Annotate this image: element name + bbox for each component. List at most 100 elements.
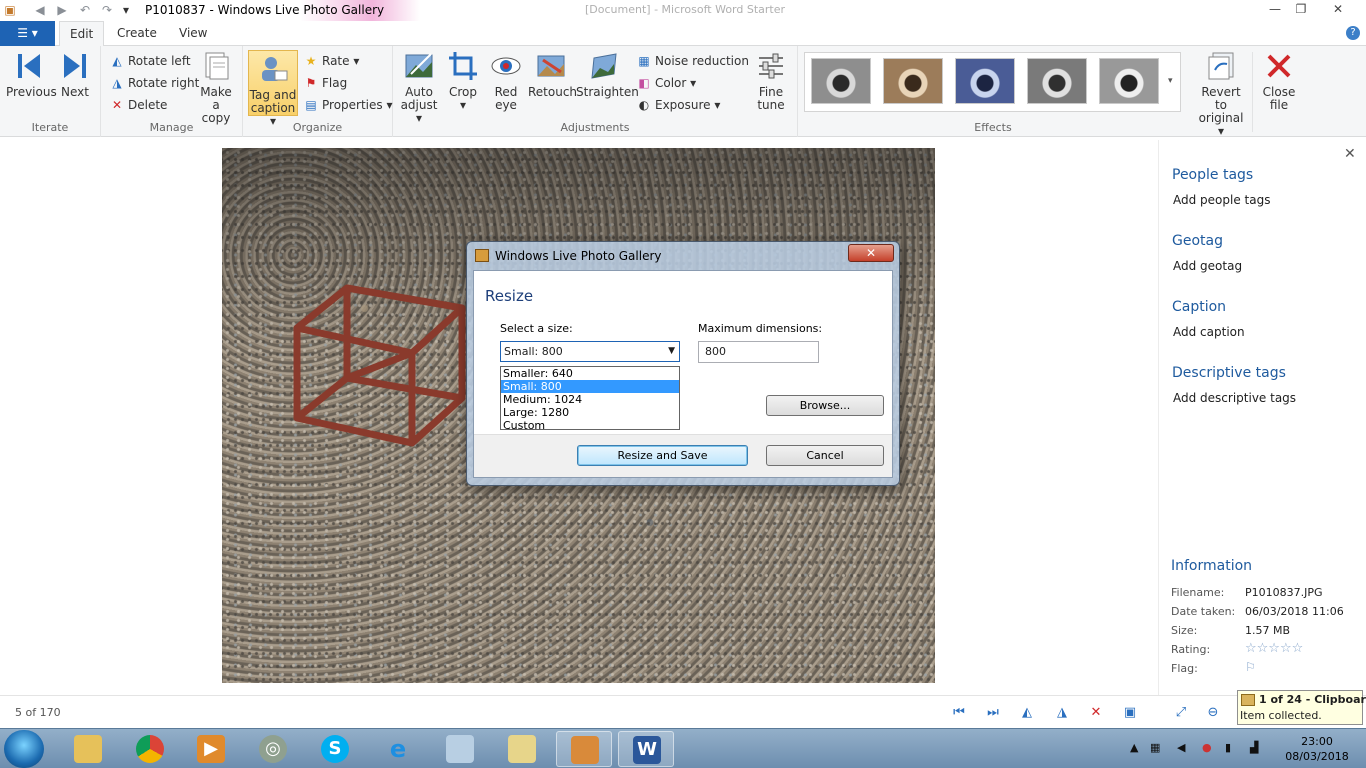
explorer-taskbar-icon[interactable] [60,731,116,767]
tab-view[interactable]: View [169,21,217,46]
file-menu-button[interactable]: ☰ ▾ [0,21,55,46]
gallery-scroll-down-icon[interactable]: ▾ [1168,76,1173,86]
rating-stars[interactable]: ☆☆☆☆☆ [1245,641,1303,656]
last-photo-icon[interactable]: ⏭ [984,704,1002,722]
effect-thumbnail[interactable] [955,58,1015,104]
rate-button[interactable]: ★ Rate ▾ [303,52,360,70]
add-caption-link[interactable]: Add caption [1173,325,1245,339]
clipboard-notification[interactable]: 1 of 24 - Clipboard Item collected. [1237,690,1366,725]
size-option-selected[interactable]: Small: 800 [501,380,679,393]
group-label-adjustments: Adjustments [560,121,630,134]
maximize-button[interactable]: ❐ [1287,0,1315,19]
add-geotag-link[interactable]: Add geotag [1173,259,1242,273]
power-tray-icon[interactable]: ▮ [1225,741,1231,754]
clock-date: 08/03/2018 [1285,750,1349,763]
dialog-title: Windows Live Photo Gallery [495,249,662,263]
rotate-left-icon[interactable]: ◭ [1018,704,1036,722]
back-icon[interactable]: ◀ [32,2,48,18]
size-option[interactable]: Large: 1280 [501,406,679,419]
size-option[interactable]: Medium: 1024 [501,393,679,406]
photo-viewer-taskbar-icon[interactable] [432,731,488,767]
red-eye-icon [491,57,521,75]
previous-button[interactable]: Previous [6,50,57,99]
group-label-effects: Effects [974,121,1012,134]
rotate-left-button[interactable]: ◭ Rotate left [109,52,190,70]
tag-and-caption-button[interactable]: Tag and caption ▾ [248,50,298,128]
first-photo-icon[interactable]: ⏮ [950,704,968,722]
zoom-out-icon[interactable]: ⊖ [1204,704,1222,722]
close-pane-icon[interactable]: ✕ [1344,146,1356,162]
internet-explorer-taskbar-icon[interactable]: e [370,731,426,767]
max-dimensions-input[interactable]: 800 [698,341,819,363]
slideshow-icon[interactable]: ▣ [1121,704,1139,722]
fit-to-window-icon[interactable]: ⤢ [1172,704,1190,722]
add-people-tags-link[interactable]: Add people tags [1173,193,1270,207]
noise-reduction-label: Noise reduction [655,54,749,68]
straighten-icon [591,53,617,79]
network-tray-icon[interactable]: ▦ [1150,741,1160,754]
rotate-right-icon[interactable]: ◮ [1053,704,1071,722]
quick-access-dropdown-icon[interactable]: ▾ [118,2,134,18]
photo-count: 5 of 170 [15,706,61,719]
add-descriptive-tags-link[interactable]: Add descriptive tags [1173,391,1296,405]
photo-gallery-taskbar-icon[interactable] [556,731,612,767]
help-icon[interactable]: ? [1346,26,1360,40]
exposure-button[interactable]: ◐ Exposure ▾ [636,96,721,114]
make-copy-button[interactable]: Make a copy [197,50,235,125]
red-eye-label-2: eye [495,98,517,112]
resize-and-save-button[interactable]: Resize and Save [577,445,748,466]
forward-icon[interactable]: ▶ [54,2,70,18]
color-button[interactable]: ◧ Color ▾ [636,74,696,92]
skype-taskbar-icon[interactable]: S [307,731,363,767]
minimize-button[interactable]: — [1261,0,1289,19]
close-file-button[interactable]: Close file [1259,50,1299,112]
size-option[interactable]: Custom [501,419,679,432]
start-button[interactable] [4,730,44,768]
rate-label: Rate [322,54,350,68]
tab-edit[interactable]: Edit [59,21,105,47]
flag-toggle-icon[interactable]: ⚐ [1245,660,1256,674]
next-button[interactable]: Next [56,50,94,99]
close-window-button[interactable]: ✕ [1324,0,1352,19]
effect-thumbnail[interactable] [1027,58,1087,104]
straighten-button[interactable]: Straighten [576,50,639,99]
size-option[interactable]: Smaller: 640 [501,367,679,380]
settings-taskbar-icon[interactable]: ◎ [245,731,301,767]
undo-icon[interactable]: ↶ [77,2,93,18]
chrome-taskbar-icon[interactable] [122,731,178,767]
revert-to-original-button[interactable]: Revert to original ▾ [1196,50,1246,138]
auto-adjust-button[interactable]: Auto adjust ▾ [399,50,439,125]
delete-button[interactable]: ✕ Delete [109,96,167,114]
fine-tune-button[interactable]: Fine tune [751,50,791,112]
signal-tray-icon[interactable]: ▟ [1250,741,1258,754]
crop-button[interactable]: Crop ▾ [445,50,481,112]
delete-icon[interactable]: ✕ [1087,704,1105,722]
previous-icon [18,54,40,78]
retouch-button[interactable]: Retouch [528,50,577,99]
flag-button[interactable]: ⚑ Flag [303,74,348,92]
show-hidden-icons-icon[interactable]: ▲ [1130,741,1138,754]
noise-reduction-button[interactable]: ▦ Noise reduction [636,52,749,70]
folder-taskbar-icon[interactable] [494,731,550,767]
redo-icon[interactable]: ↷ [99,2,115,18]
word-taskbar-icon[interactable]: W [618,731,674,767]
red-eye-button[interactable]: Red eye [486,50,526,112]
effect-thumbnail[interactable] [883,58,943,104]
properties-button[interactable]: ▤ Properties ▾ [303,96,392,114]
cancel-button[interactable]: Cancel [766,445,884,466]
group-label-manage: Manage [149,121,194,134]
taskbar-clock[interactable]: 23:00 08/03/2018 [1282,734,1352,764]
browse-button[interactable]: Browse... [766,395,884,416]
delete-icon: ✕ [111,98,123,112]
tab-create[interactable]: Create [107,21,167,46]
effect-thumbnail[interactable] [1099,58,1159,104]
security-tray-icon[interactable]: ● [1202,741,1212,754]
dialog-close-button[interactable]: ✕ [848,244,894,262]
size-select[interactable]: Small: 800 ▼ [500,341,680,362]
color-icon: ◧ [638,76,650,90]
effect-thumbnail[interactable] [811,58,871,104]
rotate-right-button[interactable]: ◮ Rotate right [109,74,199,92]
media-player-taskbar-icon[interactable]: ▶ [183,731,239,767]
revert-icon [1208,52,1234,80]
volume-tray-icon[interactable]: ◀ [1177,741,1185,754]
